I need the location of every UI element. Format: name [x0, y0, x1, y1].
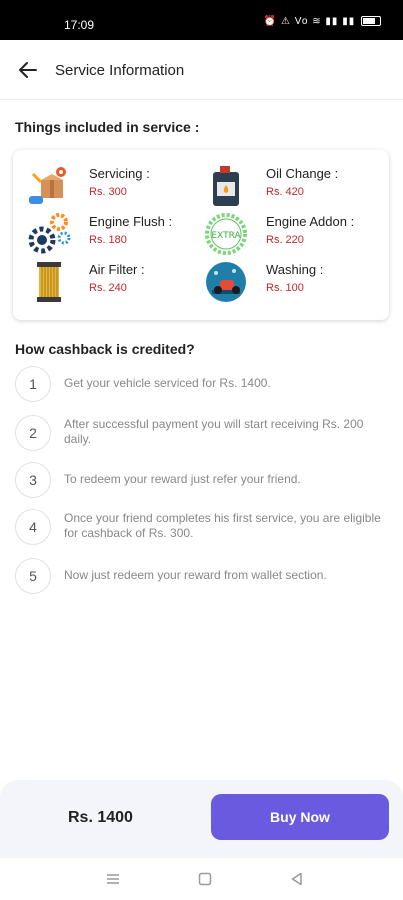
service-item-oil-change: Oil Change : Rs. 420 [204, 164, 384, 208]
washing-icon [204, 260, 248, 304]
page-title: Service Information [55, 62, 185, 79]
service-item-engine-addon: EXTRA Engine Addon : Rs. 220 [204, 212, 384, 256]
oil-can-icon [204, 164, 248, 208]
recents-icon[interactable] [104, 870, 122, 888]
service-item-servicing: Servicing : Rs. 300 [27, 164, 207, 208]
service-price: Rs. 100 [266, 282, 304, 294]
status-indicator-icons: ⏰ ⚠ Vo ≋ ▮▮ ▮▮ [263, 16, 356, 27]
home-icon[interactable] [196, 870, 214, 888]
gears-icon [27, 212, 71, 256]
air-filter-icon [27, 260, 71, 304]
service-name: Engine Flush : [89, 214, 173, 229]
status-time: 17:09 [64, 18, 95, 32]
service-item-engine-flush: Engine Flush : Rs. 180 [27, 212, 207, 256]
service-item-washing: Washing : Rs. 100 [204, 260, 384, 304]
service-name: Oil Change : [266, 166, 339, 181]
back-triangle-icon[interactable] [288, 870, 306, 888]
service-name: Washing : [266, 262, 324, 277]
step-text: To redeem your reward just refer your fr… [64, 472, 301, 486]
service-name: Servicing : [89, 166, 150, 181]
box-wrench-icon [27, 164, 71, 208]
service-name: Engine Addon : [266, 214, 355, 229]
services-card: Servicing : Rs. 300 Oil Change : Rs. 420… [13, 150, 389, 320]
step-number: 1 [15, 366, 51, 402]
system-nav-bar [0, 858, 403, 900]
purchase-bar: Rs. 1400 Buy Now [0, 780, 403, 858]
back-arrow-icon[interactable] [14, 58, 42, 82]
cashback-heading: How cashback is credited? [15, 341, 195, 357]
service-price: Rs. 220 [266, 234, 304, 246]
service-price: Rs. 240 [89, 282, 127, 294]
extra-badge-icon: EXTRA [204, 212, 248, 256]
step-text: Now just redeem your reward from wallet … [64, 568, 327, 582]
battery-icon [361, 16, 381, 27]
step-number: 5 [15, 558, 51, 594]
status-icons: ⏰ ⚠ Vo ≋ ▮▮ ▮▮ [264, 16, 381, 27]
service-item-air-filter: Air Filter : Rs. 240 [27, 260, 207, 304]
status-bar: 17:09 ⏰ ⚠ Vo ≋ ▮▮ ▮▮ [0, 0, 403, 40]
buy-now-button[interactable]: Buy Now [211, 794, 389, 840]
extra-badge-text: EXTRA [211, 231, 241, 241]
app-header: Service Information [0, 40, 403, 100]
step-text: Once your friend completes his first ser… [64, 511, 381, 540]
service-name: Air Filter : [89, 262, 145, 277]
step-text: Get your vehicle serviced for Rs. 1400. [64, 376, 271, 390]
step-text: After successful payment you will start … [64, 417, 364, 446]
service-price: Rs. 420 [266, 186, 304, 198]
step-number: 3 [15, 462, 51, 498]
step-number: 2 [15, 415, 51, 451]
service-price: Rs. 300 [89, 186, 127, 198]
total-price: Rs. 1400 [68, 809, 133, 826]
service-price: Rs. 180 [89, 234, 127, 246]
step-number: 4 [15, 509, 51, 545]
services-heading: Things included in service : [15, 119, 200, 135]
